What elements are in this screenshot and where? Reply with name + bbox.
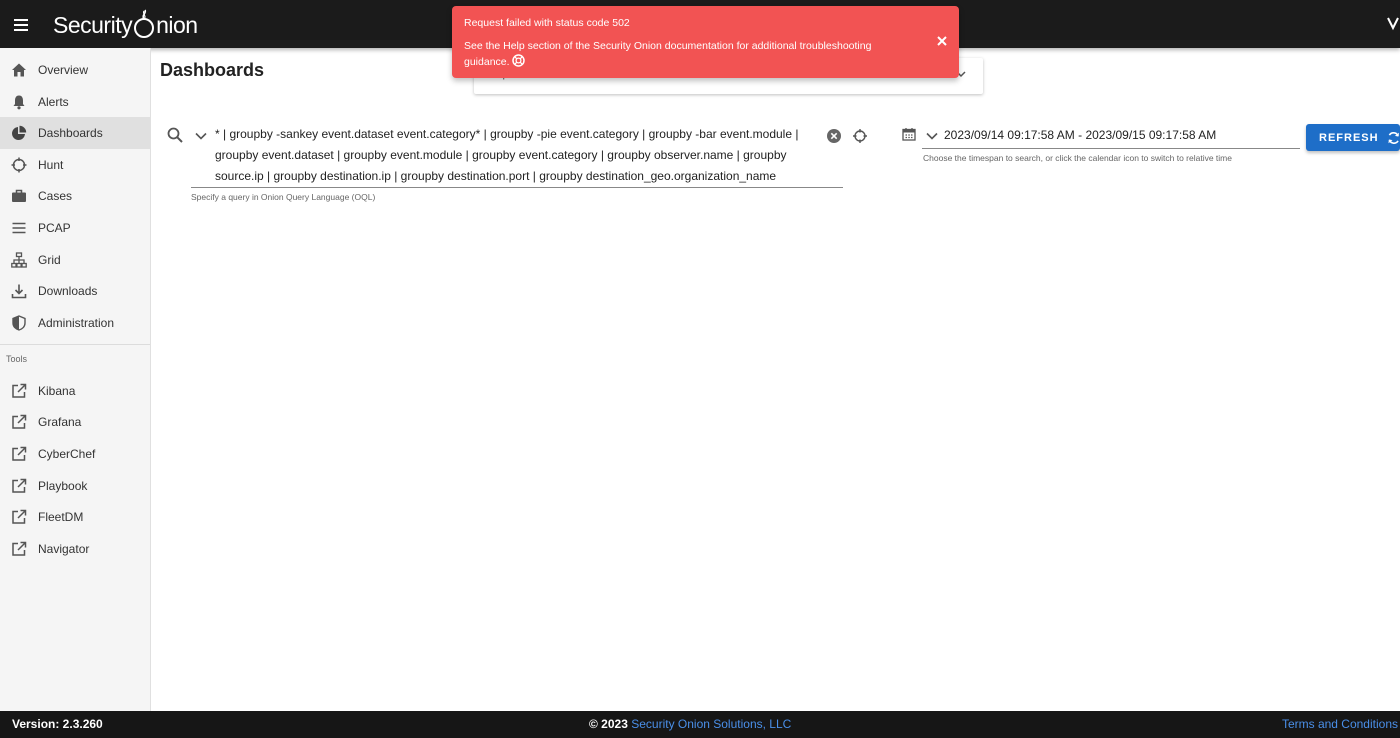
page-title: Dashboards	[160, 60, 265, 80]
query-input[interactable]: * | groupby -sankey event.dataset event.…	[215, 124, 815, 187]
sidebar-item-hunt[interactable]: Hunt	[0, 149, 150, 181]
sidebar: Overview Alerts Dashboards Hunt Cases PC…	[0, 48, 151, 711]
sidebar-item-dashboards[interactable]: Dashboards	[0, 117, 150, 149]
home-icon	[10, 61, 28, 79]
sidebar-item-cases[interactable]: Cases	[0, 180, 150, 212]
query-input-underline	[191, 187, 843, 188]
sidebar-item-grafana[interactable]: Grafana	[0, 406, 150, 438]
sidebar-item-label: Playbook	[38, 479, 88, 493]
crosshair-icon	[10, 156, 28, 174]
sidebar-item-label: Downloads	[38, 284, 98, 298]
sidebar-item-overview[interactable]: Overview	[0, 54, 150, 86]
sidebar-item-playbook[interactable]: Playbook	[0, 470, 150, 502]
sidebar-item-label: Overview	[38, 63, 89, 77]
sidebar-item-label: Kibana	[38, 384, 76, 398]
sidebar-item-label: Alerts	[38, 95, 69, 109]
external-link-icon	[10, 508, 28, 526]
sidebar-item-downloads[interactable]: Downloads	[0, 275, 150, 307]
sidebar-item-pcap[interactable]: PCAP	[0, 212, 150, 244]
external-link-icon	[10, 477, 28, 495]
sidebar-item-label: Grid	[38, 253, 61, 267]
date-range-underline	[922, 148, 1300, 149]
sidebar-item-label: FleetDM	[38, 510, 84, 524]
query-hint: Specify a query in Onion Query Language …	[191, 192, 376, 202]
external-link-icon	[10, 540, 28, 558]
date-range-picker: 2023/09/14 09:17:58 AM - 2023/09/15 09:1…	[900, 124, 1300, 168]
version-label: Version: 2.3.260	[12, 717, 103, 731]
copyright: © 2023 Security Onion Solutions, LLC	[589, 717, 791, 731]
refresh-button-label: REFRESH	[1319, 131, 1379, 144]
terms-link[interactable]: Terms and Conditions	[1282, 717, 1398, 731]
sidebar-item-label: PCAP	[38, 221, 71, 235]
onion-logo-icon	[134, 9, 155, 38]
chevron-down-icon[interactable]	[925, 129, 939, 143]
sidebar-item-fleetdm[interactable]: FleetDM	[0, 501, 150, 533]
logo-text-security: Security	[53, 12, 133, 38]
shield-icon	[10, 314, 28, 332]
sidebar-item-label: CyberChef	[38, 447, 96, 461]
bell-icon	[10, 93, 28, 111]
help-lifebuoy-icon[interactable]	[512, 54, 526, 67]
sidebar-item-label: Dashboards	[38, 126, 103, 140]
external-link-icon	[10, 445, 28, 463]
refresh-button[interactable]: REFRESH	[1306, 124, 1400, 151]
pie-chart-icon	[10, 124, 28, 142]
scroll-indicator-icon	[1387, 17, 1399, 31]
date-range-input[interactable]: 2023/09/14 09:17:58 AM - 2023/09/15 09:1…	[944, 128, 1216, 142]
calendar-icon[interactable]	[902, 127, 916, 141]
sidebar-divider	[0, 344, 150, 345]
query-bar: * | groupby -sankey event.dataset event.…	[162, 120, 867, 210]
logo-text-onion: nion	[156, 12, 198, 38]
sidebar-item-label: Hunt	[38, 158, 64, 172]
chevron-down-icon[interactable]	[193, 128, 209, 144]
sidebar-item-grid[interactable]: Grid	[0, 244, 150, 276]
refresh-icon	[1388, 131, 1399, 144]
sidebar-item-alerts[interactable]: Alerts	[0, 86, 150, 118]
crosshair-icon[interactable]	[852, 128, 868, 144]
download-icon	[10, 282, 28, 300]
sidebar-item-label: Cases	[38, 189, 73, 203]
error-toast: Request failed with status code 502 See …	[452, 6, 959, 78]
sidebar-item-label: Administration	[38, 316, 115, 330]
external-link-icon	[10, 382, 28, 400]
sidebar-item-navigator[interactable]: Navigator	[0, 533, 150, 565]
hamburger-menu-icon[interactable]	[8, 12, 34, 36]
sidebar-item-cyberchef[interactable]: CyberChef	[0, 438, 150, 470]
close-icon[interactable]	[935, 34, 949, 48]
copyright-prefix: © 2023	[589, 717, 628, 731]
list-icon	[10, 219, 28, 237]
sitemap-icon	[10, 251, 28, 269]
app-logo[interactable]: Security nion	[53, 8, 198, 40]
toast-title: Request failed with status code 502	[464, 17, 630, 29]
sidebar-item-administration[interactable]: Administration	[0, 307, 150, 339]
toast-message: See the Help section of the Security Oni…	[464, 38, 914, 70]
sidebar-item-label: Navigator	[38, 542, 90, 556]
external-link-icon	[10, 413, 28, 431]
company-link[interactable]: Security Onion Solutions, LLC	[631, 717, 791, 731]
footer: Version: 2.3.260 © 2023 Security Onion S…	[0, 711, 1400, 738]
sidebar-tools-header: Tools	[6, 354, 28, 364]
sidebar-item-label: Grafana	[38, 415, 82, 429]
clear-query-icon[interactable]	[826, 128, 842, 144]
search-icon[interactable]	[166, 126, 184, 144]
sidebar-item-kibana[interactable]: Kibana	[0, 375, 150, 407]
date-range-hint: Choose the timespan to search, or click …	[923, 153, 1232, 163]
briefcase-icon	[10, 187, 28, 205]
